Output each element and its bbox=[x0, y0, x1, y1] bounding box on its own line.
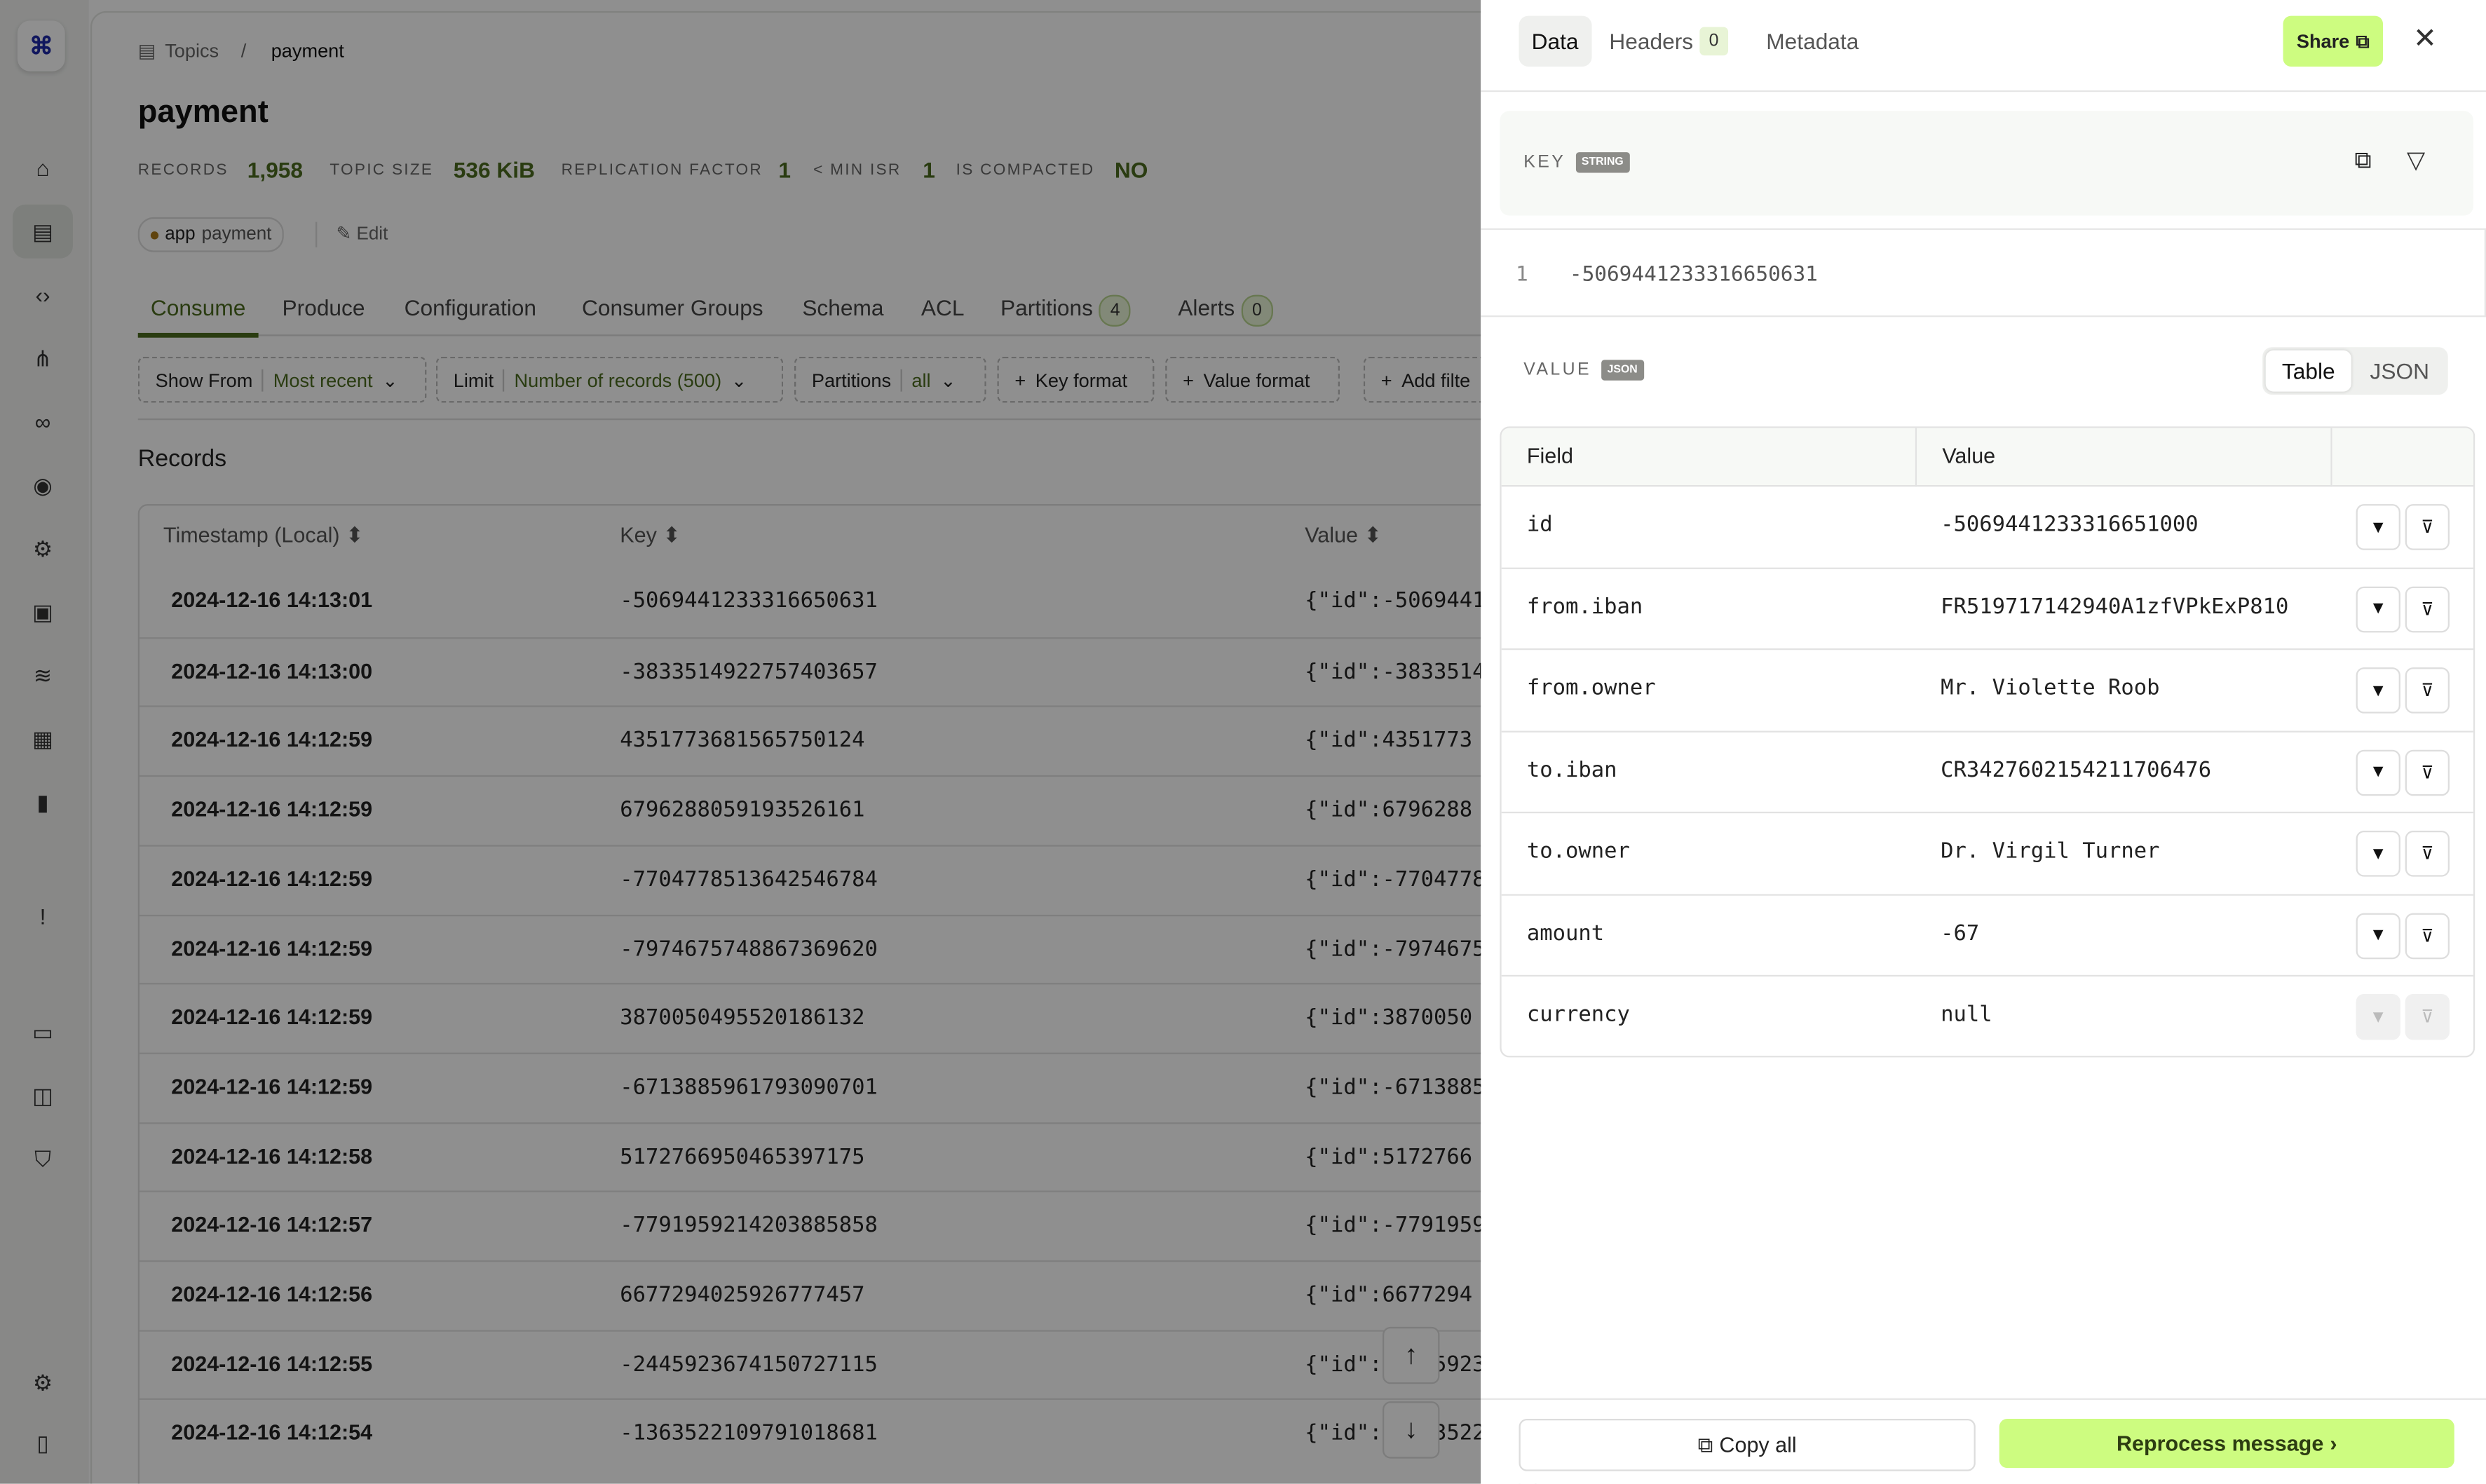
field-cell: to.iban bbox=[1526, 756, 1617, 783]
value-view-toggle: Table JSON bbox=[2262, 347, 2448, 395]
filter-icon: ▼ bbox=[2369, 517, 2387, 537]
filter-exclude-button[interactable]: ⊽ bbox=[2405, 749, 2450, 796]
line-number: 1 bbox=[1515, 263, 1528, 287]
filter-off-icon: ⊽ bbox=[2421, 1008, 2434, 1028]
value-row: from.iban FR519717142940A1zfVPkExP810 ▼ ⊽ bbox=[1501, 566, 2473, 651]
filter-include-button[interactable]: ▼ bbox=[2356, 504, 2400, 550]
filter-exclude-button[interactable]: ⊽ bbox=[2405, 504, 2450, 550]
value-cell: null bbox=[1941, 1002, 1992, 1028]
panel-tab-data[interactable]: Data bbox=[1519, 15, 1591, 67]
value-row: id -5069441233316651000 ▼ ⊽ bbox=[1501, 485, 2473, 569]
filter-exclude-button[interactable]: ⊽ bbox=[2405, 831, 2450, 877]
value-cell: -67 bbox=[1941, 920, 1980, 946]
copy-icon: ⧉ bbox=[1697, 1432, 1713, 1457]
value-table: Field Value id -5069441233316651000 ▼ ⊽ from… bbox=[1500, 426, 2475, 1058]
filter-off-icon: ⊽ bbox=[2421, 599, 2434, 620]
key-type-badge: STRING bbox=[1575, 152, 1630, 173]
share-button[interactable]: Share ⧉ bbox=[2283, 15, 2384, 67]
filter-off-icon: ⊽ bbox=[2421, 845, 2434, 864]
field-cell: to.owner bbox=[1526, 838, 1630, 864]
column-header-field: Field bbox=[1501, 428, 1917, 487]
filter-off-icon: ⊽ bbox=[2421, 518, 2434, 538]
modal-backdrop[interactable] bbox=[0, 0, 1481, 1484]
reprocess-message-button[interactable]: Reprocess message › bbox=[1999, 1419, 2454, 1469]
filter-icon: ▼ bbox=[2369, 1007, 2387, 1027]
external-link-icon: ⧉ bbox=[2356, 29, 2370, 52]
key-label: KEY STRING bbox=[1523, 152, 1630, 173]
filter-include-button[interactable]: ▼ bbox=[2356, 667, 2400, 714]
value-cell: CR3427602154211706476 bbox=[1941, 756, 2212, 783]
filter-include-button[interactable]: ▼ bbox=[2356, 749, 2400, 796]
filter-icon[interactable]: ▽ bbox=[2407, 146, 2425, 174]
panel-tab-headers[interactable]: Headers 0 bbox=[1596, 16, 1741, 67]
filter-off-icon: ⊽ bbox=[2421, 763, 2434, 783]
filter-icon: ▼ bbox=[2369, 844, 2387, 864]
chevron-right-icon: › bbox=[2330, 1431, 2337, 1456]
value-row: from.owner Mr. Violette Roob ▼ ⊽ bbox=[1501, 648, 2473, 732]
column-header-actions bbox=[2332, 428, 2473, 487]
filter-include-button[interactable]: ▼ bbox=[2356, 912, 2400, 959]
close-icon[interactable]: ✕ bbox=[2413, 22, 2437, 55]
panel-tab-metadata[interactable]: Metadata bbox=[1753, 16, 1871, 67]
value-cell: -5069441233316651000 bbox=[1941, 512, 2199, 538]
key-value: -5069441233316650631 bbox=[1569, 263, 1818, 287]
column-header-value: Value bbox=[1917, 428, 2332, 487]
value-row: to.iban CR3427602154211706476 ▼ ⊽ bbox=[1501, 730, 2473, 814]
copy-all-button[interactable]: ⧉ Copy all bbox=[1519, 1419, 1976, 1471]
view-json-button[interactable]: JSON bbox=[2354, 350, 2445, 392]
filter-exclude-button[interactable]: ⊽ bbox=[2405, 993, 2450, 1040]
key-header bbox=[1500, 111, 2473, 216]
filter-icon: ▼ bbox=[2369, 599, 2387, 618]
field-cell: id bbox=[1526, 512, 1553, 538]
filter-icon: ▼ bbox=[2369, 762, 2387, 782]
filter-include-button[interactable]: ▼ bbox=[2356, 993, 2400, 1040]
filter-off-icon: ⊽ bbox=[2421, 926, 2434, 946]
value-row: currency null ▼ ⊽ bbox=[1502, 975, 2473, 1056]
value-row: amount -67 ▼ ⊽ bbox=[1501, 893, 2473, 977]
value-row: to.owner Dr. Virgil Turner ▼ ⊽ bbox=[1501, 812, 2473, 895]
field-cell: amount bbox=[1526, 920, 1605, 946]
value-type-badge: JSON bbox=[1601, 360, 1644, 381]
headers-count-badge: 0 bbox=[1699, 27, 1728, 56]
filter-off-icon: ⊽ bbox=[2421, 681, 2434, 701]
filter-icon: ▼ bbox=[2369, 681, 2387, 700]
view-table-button[interactable]: Table bbox=[2265, 350, 2351, 392]
value-label: VALUE JSON bbox=[1523, 360, 1644, 381]
value-cell: FR519717142940A1zfVPkExP810 bbox=[1941, 593, 2289, 620]
filter-exclude-button[interactable]: ⊽ bbox=[2405, 667, 2450, 714]
value-cell: Mr. Violette Roob bbox=[1941, 675, 2160, 701]
copy-icon[interactable]: ⧉ bbox=[2354, 147, 2371, 174]
filter-exclude-button[interactable]: ⊽ bbox=[2405, 585, 2450, 632]
field-cell: currency bbox=[1526, 1002, 1630, 1028]
filter-exclude-button[interactable]: ⊽ bbox=[2405, 912, 2450, 959]
filter-include-button[interactable]: ▼ bbox=[2356, 585, 2400, 632]
divider bbox=[1481, 1398, 2486, 1400]
field-cell: from.owner bbox=[1526, 675, 1656, 701]
filter-include-button[interactable]: ▼ bbox=[2356, 831, 2400, 877]
divider bbox=[1481, 90, 2486, 93]
filter-icon: ▼ bbox=[2369, 925, 2387, 945]
field-cell: from.iban bbox=[1526, 593, 1643, 620]
value-cell: Dr. Virgil Turner bbox=[1941, 838, 2160, 864]
